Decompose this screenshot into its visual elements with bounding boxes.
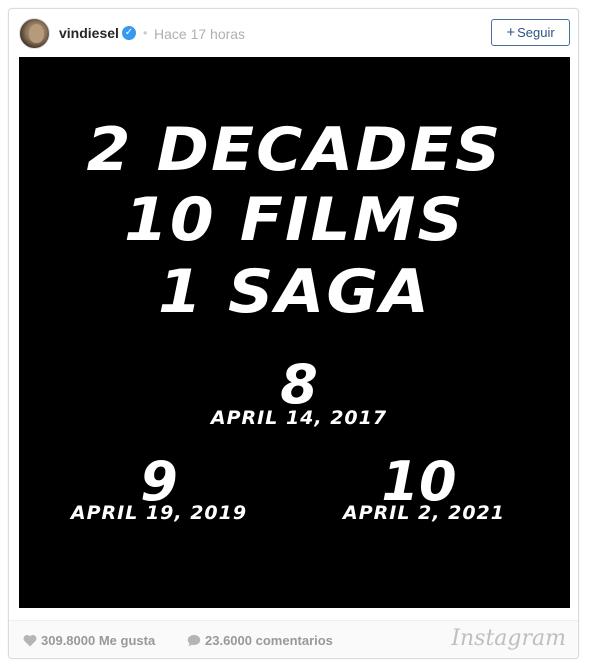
comments-count[interactable]: 23.6000 comentarios	[187, 633, 333, 648]
headline-saga: 1 SAGA	[158, 257, 431, 327]
post-header: vindiesel ✓ • Hace 17 horas + Seguir	[9, 9, 578, 57]
comments-label: 23.6000 comentarios	[205, 633, 333, 648]
username-link[interactable]: vindiesel	[59, 25, 119, 41]
post-image[interactable]: 2 DECADES 10 FILMS 1 SAGA 8 APRIL 14, 20…	[19, 57, 570, 608]
verified-check-icon: ✓	[122, 26, 136, 40]
likes-label: 309.8000 Me gusta	[41, 633, 156, 648]
separator-dot: •	[143, 26, 148, 40]
comment-bubble-icon	[187, 635, 201, 647]
user-avatar[interactable]	[19, 18, 50, 49]
post-timestamp[interactable]: Hace 17 horas	[154, 26, 245, 42]
headline-films: 10 FILMS	[123, 185, 466, 255]
likes-count[interactable]: 309.8000 Me gusta	[23, 633, 155, 648]
release-date-10: APRIL 2, 2021	[343, 502, 505, 524]
follow-button[interactable]: + Seguir	[491, 19, 570, 46]
plus-icon: +	[506, 24, 516, 41]
avatar-face	[29, 24, 44, 43]
instagram-logo[interactable]: Instagram	[451, 626, 566, 651]
follow-button-label: Seguir	[517, 25, 555, 40]
headline-decades: 2 DECADES	[86, 115, 503, 185]
post-footer: 309.8000 Me gusta 23.6000 comentarios In…	[9, 620, 578, 658]
heart-icon	[23, 634, 37, 647]
release-date-9: APRIL 19, 2019	[70, 502, 248, 524]
instagram-embed-card: vindiesel ✓ • Hace 17 horas + Seguir 2 DE…	[8, 8, 579, 659]
release-date-8: APRIL 14, 2017	[210, 407, 388, 429]
